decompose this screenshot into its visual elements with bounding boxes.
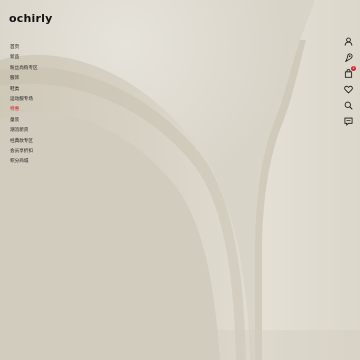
brand-logo[interactable]: ochirly — [9, 12, 52, 25]
nav-item-new[interactable]: 新品 — [10, 53, 38, 63]
nav-item-trend[interactable]: 潮流新货 — [10, 126, 38, 136]
cart-count-badge: 2 — [351, 66, 356, 71]
nav-item-points[interactable]: 积分商城 — [10, 157, 38, 167]
nav-item-sale[interactable]: 特惠 — [10, 105, 38, 115]
shopping-bag-icon[interactable]: 2 — [340, 65, 356, 81]
nav-item-sportswear[interactable]: 运动服专场 — [10, 95, 38, 105]
user-icon[interactable] — [340, 33, 356, 49]
nav-item-kids[interactable]: 童装 — [10, 116, 38, 126]
side-toolbar: 2 — [340, 33, 356, 129]
hero-banner — [0, 0, 360, 360]
nav-item-member[interactable]: 会员享折扣 — [10, 147, 38, 157]
main-nav: 首页 新品 粉丝尚购专区 服饰 鞋类 运动服专场 特惠 童装 潮流新货 经典款专… — [10, 43, 38, 168]
nav-item-home[interactable]: 首页 — [10, 43, 38, 53]
nav-item-classic[interactable]: 经典款专区 — [10, 137, 38, 147]
heart-icon[interactable] — [340, 81, 356, 97]
nav-item-apparel[interactable]: 服饰 — [10, 74, 38, 84]
chat-icon[interactable] — [340, 113, 356, 129]
location-pin-icon[interactable] — [340, 49, 356, 65]
nav-item-fan-zone[interactable]: 粉丝尚购专区 — [10, 64, 38, 74]
nav-item-shoes[interactable]: 鞋类 — [10, 85, 38, 95]
hero-background-art — [0, 0, 360, 360]
search-icon[interactable] — [340, 97, 356, 113]
